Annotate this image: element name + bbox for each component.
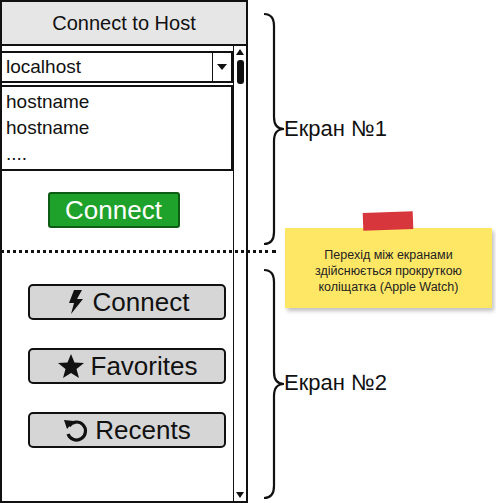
- menu-button[interactable]: Favorites: [28, 348, 226, 384]
- tape: [363, 211, 414, 231]
- scroll-up-icon[interactable]: [234, 46, 246, 58]
- menu-button[interactable]: Recents: [28, 412, 226, 448]
- screen-label: Екран №2: [284, 370, 387, 396]
- host-field-value: localhost: [2, 56, 212, 78]
- scroll-down-icon[interactable]: [234, 489, 246, 501]
- star-icon: [57, 353, 85, 379]
- connect-button[interactable]: Connect: [48, 192, 180, 228]
- brace-icon: [262, 12, 286, 246]
- host-combobox[interactable]: localhost: [2, 51, 233, 83]
- screen-label: Екран №1: [284, 116, 387, 142]
- lightning-icon: [65, 289, 87, 315]
- scrollbar[interactable]: [233, 46, 246, 501]
- title-bar: Connect to Host: [2, 2, 246, 46]
- host-list-item[interactable]: hostname: [6, 89, 227, 115]
- host-list[interactable]: hostnamehostname....: [2, 85, 233, 171]
- sticky-note: Перехід між екранами здійснюється прокру…: [285, 228, 492, 308]
- refresh-icon: [63, 417, 89, 443]
- screen-separator: [0, 250, 276, 253]
- mockup-canvas: Connect to Host localhost hostnamehostname…: [0, 0, 496, 503]
- host-list-item[interactable]: ....: [6, 141, 227, 167]
- host-list-item[interactable]: hostname: [6, 115, 227, 141]
- brace-icon: [262, 268, 286, 500]
- dropdown-arrow-icon[interactable]: [212, 53, 231, 81]
- menu-button[interactable]: Connect: [28, 284, 226, 320]
- scroll-thumb[interactable]: [237, 60, 244, 84]
